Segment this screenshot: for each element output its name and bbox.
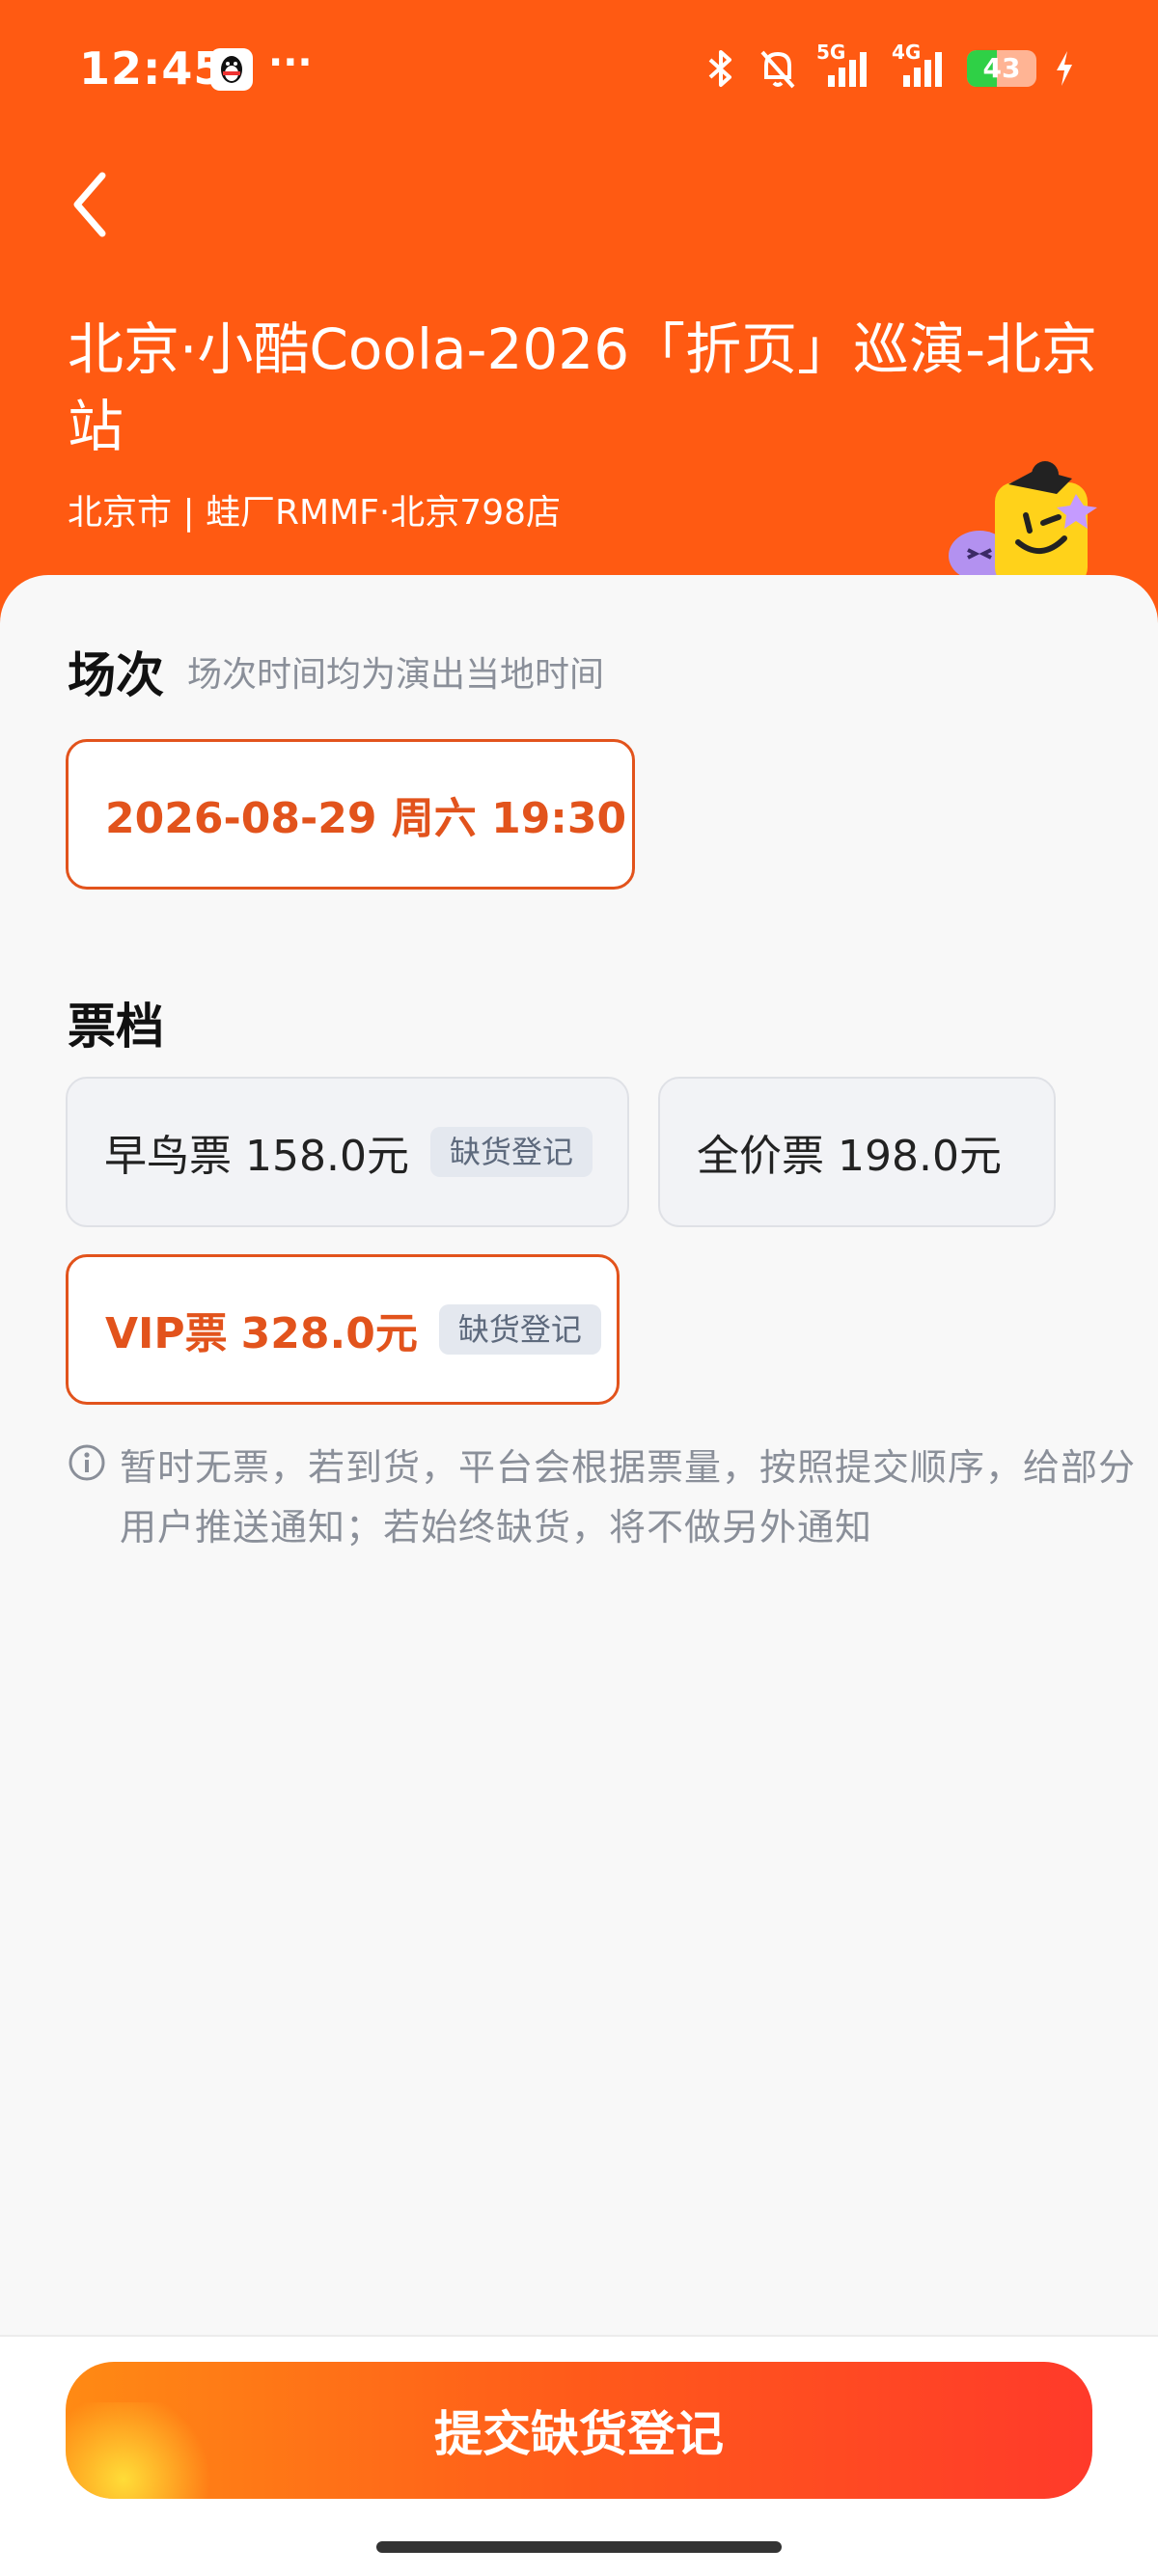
ticket-name: 全价票	[697, 1132, 824, 1181]
session-section-title: 场次	[68, 647, 164, 703]
mascot-illustration	[949, 461, 1097, 587]
session-option-selected[interactable]: 2026-08-29 周六 19:30	[66, 739, 635, 890]
home-indicator[interactable]	[376, 2541, 782, 2553]
bluetooth-icon	[708, 50, 731, 87]
status-bar: 12:45 ··· 5G 4G 43	[0, 0, 1158, 135]
charging-icon	[1057, 51, 1072, 86]
event-venue: 北京市 | 蛙厂RMMF·北京798店	[68, 493, 562, 533]
session-hint: 场次时间均为演出当地时间	[187, 655, 605, 695]
ticket-price: 158.0元	[245, 1132, 409, 1181]
more-dots-icon: ···	[268, 41, 313, 85]
ticket-price: 328.0元	[240, 1309, 418, 1358]
battery-icon: 43	[967, 50, 1036, 87]
submit-stockout-registration-button[interactable]: 提交缺货登记	[66, 2362, 1092, 2499]
ticket-price: 198.0元	[838, 1132, 1002, 1181]
battery-level: 43	[982, 52, 1021, 84]
ticket-section-title: 票档	[68, 999, 164, 1055]
ticket-option-early-bird[interactable]: 早鸟票 158.0元 缺货登记	[66, 1077, 629, 1227]
event-title: 北京·小酷Coola-2026「折页」巡演-北京站	[68, 316, 1098, 459]
signal-4g-icon: 4G	[892, 41, 950, 91]
out-of-stock-tag: 缺货登记	[438, 1304, 601, 1355]
ticket-option-full-price[interactable]: 全价票 198.0元	[658, 1077, 1056, 1227]
ticket-option-vip[interactable]: VIP票 328.0元 缺货登记	[66, 1254, 620, 1405]
ticket-name: VIP票	[105, 1309, 228, 1358]
back-button[interactable]	[64, 166, 122, 243]
notice-text: 暂时无票，若到货，平台会根据票量，按照提交顺序，给部分用户推送通知；若始终缺货，…	[120, 1446, 1137, 1548]
bell-muted-icon	[760, 50, 795, 89]
qq-icon	[210, 48, 253, 91]
signal-5g-icon: 5G	[816, 41, 874, 91]
session-datetime: 2026-08-29 周六 19:30	[105, 794, 627, 843]
info-icon	[69, 1444, 105, 1481]
out-of-stock-tag: 缺货登记	[429, 1127, 593, 1177]
chevron-left-icon	[73, 172, 106, 237]
status-time: 12:45	[79, 42, 226, 95]
submit-label: 提交缺货登记	[434, 2406, 724, 2462]
ticket-name: 早鸟票	[104, 1132, 232, 1181]
